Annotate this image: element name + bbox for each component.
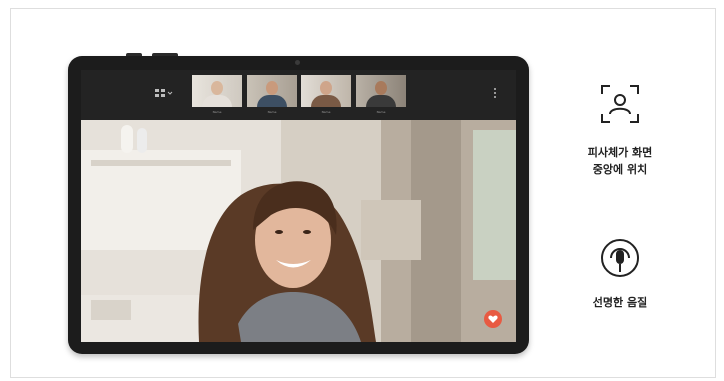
- participant-thumbnail[interactable]: [247, 75, 297, 107]
- feature-clear-audio: 선명한 음질: [560, 236, 680, 311]
- microphone-icon: [601, 239, 639, 277]
- front-camera: [295, 60, 300, 65]
- tablet-volume-button: [152, 53, 178, 56]
- participant-name: Name: [267, 110, 277, 114]
- layout-grid-icon[interactable]: [153, 85, 173, 101]
- call-top-bar: Name Name Name Name: [81, 70, 516, 120]
- tablet-side-button: [126, 53, 142, 56]
- video-call-screen: Name Name Name Name: [81, 70, 516, 342]
- main-video-feed: [81, 120, 516, 342]
- heart-icon: [488, 315, 498, 323]
- participant-name: Name: [212, 110, 222, 114]
- participant-thumbnail[interactable]: [301, 75, 351, 107]
- face-frame-icon: [601, 85, 639, 123]
- participant-name: Name: [321, 110, 331, 114]
- tablet-device: Name Name Name Name: [68, 53, 529, 354]
- feature-label: 중앙에 위치: [592, 163, 648, 176]
- end-call-button[interactable]: [484, 310, 502, 328]
- more-options-icon[interactable]: [493, 86, 497, 100]
- feature-label: 피사체가 화면: [587, 146, 653, 159]
- speaker-video-image: [81, 120, 516, 342]
- feature-label: 선명한 음질: [592, 296, 648, 309]
- participant-thumbnail[interactable]: [192, 75, 242, 107]
- participant-name: Name: [376, 110, 386, 114]
- feature-face-centering: 피사체가 화면 중앙에 위치: [560, 82, 680, 178]
- participant-thumbnail[interactable]: [356, 75, 406, 107]
